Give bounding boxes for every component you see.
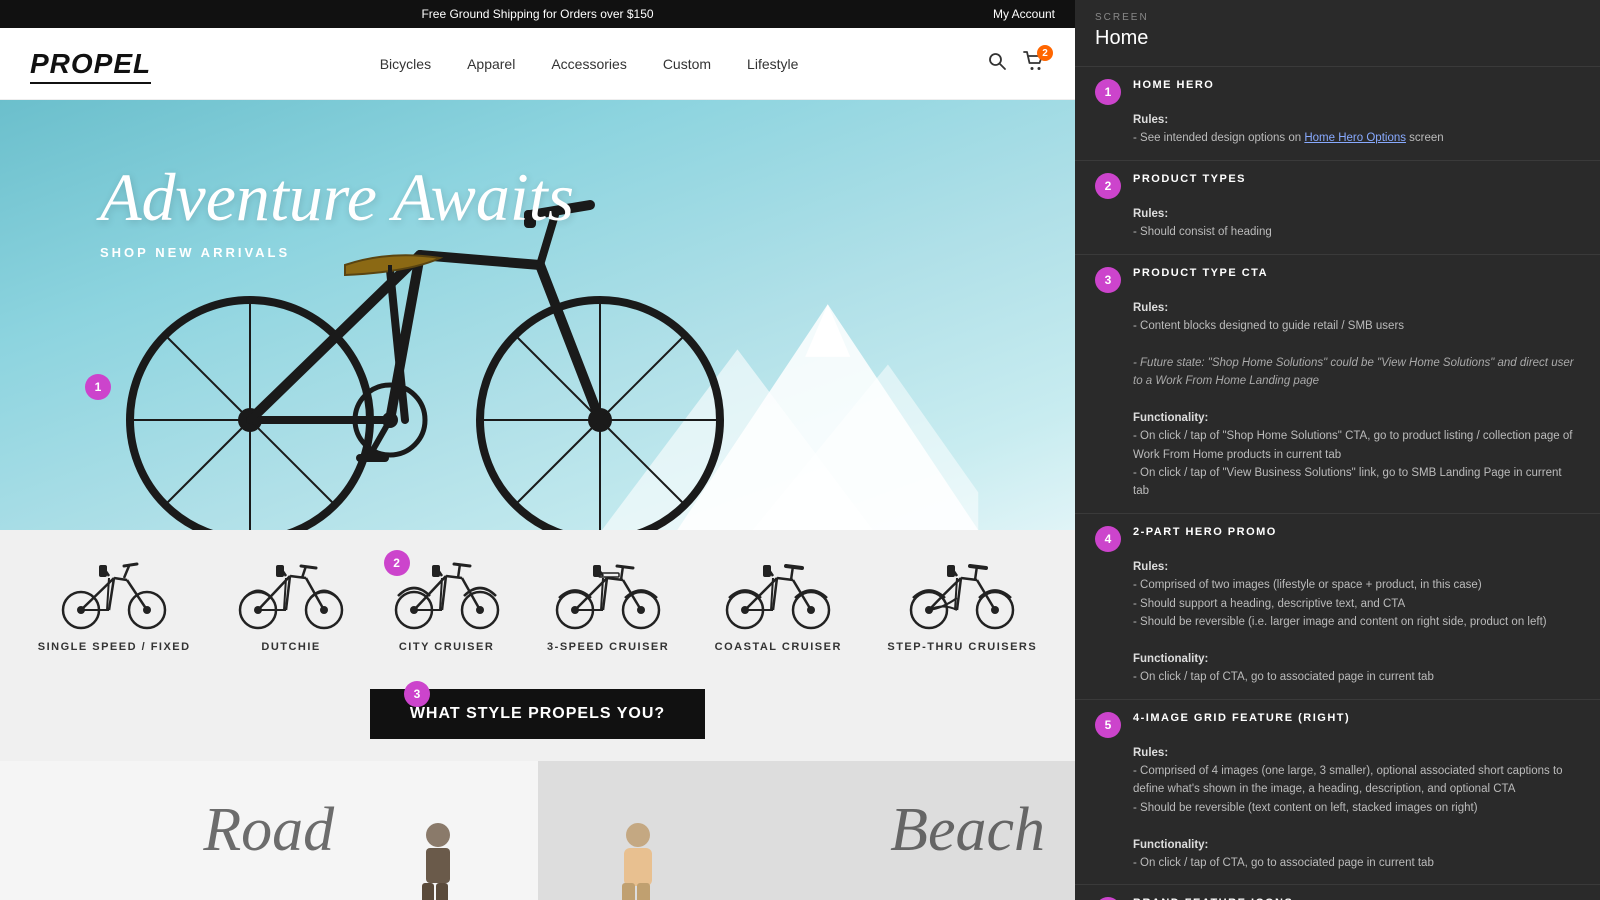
product-type-dutchie[interactable]: DUTCHIE xyxy=(236,558,346,653)
panel-item-2-header: 2 PRODUCT TYPES xyxy=(1095,173,1580,199)
bottom-right-heading: Beach xyxy=(890,795,1045,866)
panel-item-5-header: 5 4-IMAGE GRID FEATURE (RIGHT) xyxy=(1095,712,1580,738)
panel-item-1-header: 1 HOME HERO xyxy=(1095,79,1580,105)
panel-item-5: 5 4-IMAGE GRID FEATURE (RIGHT) Rules: - … xyxy=(1075,699,1600,885)
hero-text: Adventure Awaits SHOP NEW ARRIVALS xyxy=(100,160,574,260)
screen-label: SCREEN xyxy=(1075,0,1600,27)
coastal-icon xyxy=(723,558,833,633)
bottom-right-panel: Beach xyxy=(538,761,1076,900)
panel-item-3-header: 3 PRODUCT TYPE CTA xyxy=(1095,267,1580,293)
search-icon xyxy=(987,51,1007,71)
person-silhouette-right xyxy=(598,820,678,900)
panel-item-4-header: 4 2-PART HERO PROMO xyxy=(1095,526,1580,552)
hero-section: Adventure Awaits SHOP NEW ARRIVALS 1 xyxy=(0,100,1075,530)
panel-badge-1: 1 xyxy=(1095,79,1121,105)
panel-item-4: 4 2-PART HERO PROMO Rules: - Comprised o… xyxy=(1075,513,1600,699)
stepthru-label: STEP-THRU CRUISERS xyxy=(887,641,1037,653)
top-banner: Free Ground Shipping for Orders over $15… xyxy=(0,0,1075,28)
nav-apparel[interactable]: Apparel xyxy=(467,56,515,72)
site-logo[interactable]: PROPEL xyxy=(30,48,151,80)
product-type-coastal[interactable]: COASTAL CRUISER xyxy=(715,558,842,653)
panel-item-1-title: HOME HERO xyxy=(1133,79,1214,91)
nav-accessories[interactable]: Accessories xyxy=(551,56,626,72)
panel-badge-2: 2 xyxy=(1095,173,1121,199)
product-types-row: SINGLE SPEED / FIXED xyxy=(20,558,1055,653)
panel-item-2-title: PRODUCT TYPES xyxy=(1133,173,1246,185)
coastal-label: COASTAL CRUISER xyxy=(715,641,842,653)
3speed-icon xyxy=(553,558,663,633)
panel-item-6: 6 BRAND FEATURE ICONS Rules: - Display 4… xyxy=(1075,884,1600,900)
hero-title: Adventure Awaits xyxy=(100,160,574,235)
annotation-panel: SCREEN Home 1 HOME HERO Rules: - See int… xyxy=(1075,0,1600,900)
nav-custom[interactable]: Custom xyxy=(663,56,711,72)
panel-badge-5: 5 xyxy=(1095,712,1121,738)
panel-item-3-title: PRODUCT TYPE CTA xyxy=(1133,267,1268,279)
single-speed-icon xyxy=(59,558,169,633)
panel-item-1: 1 HOME HERO Rules: - See intended design… xyxy=(1075,66,1600,160)
3speed-label: 3-SPEED CRUISER xyxy=(547,641,669,653)
bottom-split: Road Beach xyxy=(0,761,1075,900)
cta-brand-word: PROPELS xyxy=(528,705,611,722)
stepthru-icon xyxy=(907,558,1017,633)
nav-actions: 2 xyxy=(987,51,1045,76)
cta-section: 3 WHAT STYLE PROPELS YOU? xyxy=(0,673,1075,761)
panel-item-5-title: 4-IMAGE GRID FEATURE (RIGHT) xyxy=(1133,712,1350,724)
panel-item-2: 2 PRODUCT TYPES Rules: - Should consist … xyxy=(1075,160,1600,254)
hero-subtitle: SHOP NEW ARRIVALS xyxy=(100,245,574,260)
badge-1: 1 xyxy=(85,374,111,400)
home-hero-options-link[interactable]: Home Hero Options xyxy=(1304,132,1406,144)
panel-item-3-body: Rules: - Content blocks designed to guid… xyxy=(1133,299,1580,501)
panel-badge-4: 4 xyxy=(1095,526,1121,552)
navbar: PROPEL Bicycles Apparel Accessories Cust… xyxy=(0,28,1075,100)
panel-item-4-title: 2-PART HERO PROMO xyxy=(1133,526,1277,538)
search-button[interactable] xyxy=(987,51,1007,76)
panel-item-1-body: Rules: - See intended design options on … xyxy=(1133,111,1580,148)
panel-item-2-body: Rules: - Should consist of heading xyxy=(1133,205,1580,242)
person-silhouette-left xyxy=(398,820,478,900)
my-account-link[interactable]: My Account xyxy=(993,7,1055,21)
badge-2: 2 xyxy=(384,550,410,576)
bottom-left-panel: Road xyxy=(0,761,538,900)
panel-item-5-body: Rules: - Comprised of 4 images (one larg… xyxy=(1133,744,1580,873)
city-cruiser-label: CITY CRUISER xyxy=(399,641,494,653)
badge-3-wrapper: 3 xyxy=(404,681,430,707)
dutchie-label: DUTCHIE xyxy=(261,641,320,653)
main-content: Free Ground Shipping for Orders over $15… xyxy=(0,0,1075,900)
nav-bicycles[interactable]: Bicycles xyxy=(380,56,431,72)
product-type-stepthru[interactable]: STEP-THRU CRUISERS xyxy=(887,558,1037,653)
dutchie-icon xyxy=(236,558,346,633)
nav-lifestyle[interactable]: Lifestyle xyxy=(747,56,798,72)
cart-badge: 2 xyxy=(1037,45,1053,61)
banner-text: Free Ground Shipping for Orders over $15… xyxy=(421,7,653,21)
product-type-single-speed[interactable]: SINGLE SPEED / FIXED xyxy=(38,558,191,653)
panel-badge-3: 3 xyxy=(1095,267,1121,293)
single-speed-label: SINGLE SPEED / FIXED xyxy=(38,641,191,653)
nav-links: Bicycles Apparel Accessories Custom Life… xyxy=(191,56,987,72)
panel-page-title: Home xyxy=(1075,27,1600,66)
panel-item-4-body: Rules: - Comprised of two images (lifest… xyxy=(1133,558,1580,687)
product-types-section: SINGLE SPEED / FIXED xyxy=(0,530,1075,673)
panel-item-3: 3 PRODUCT TYPE CTA Rules: - Content bloc… xyxy=(1075,254,1600,513)
bottom-left-heading: Road xyxy=(203,795,334,866)
product-type-3speed[interactable]: 3-SPEED CRUISER xyxy=(547,558,669,653)
cart-button[interactable]: 2 xyxy=(1023,51,1045,76)
product-type-city-cruiser[interactable]: 2 xyxy=(392,558,502,653)
